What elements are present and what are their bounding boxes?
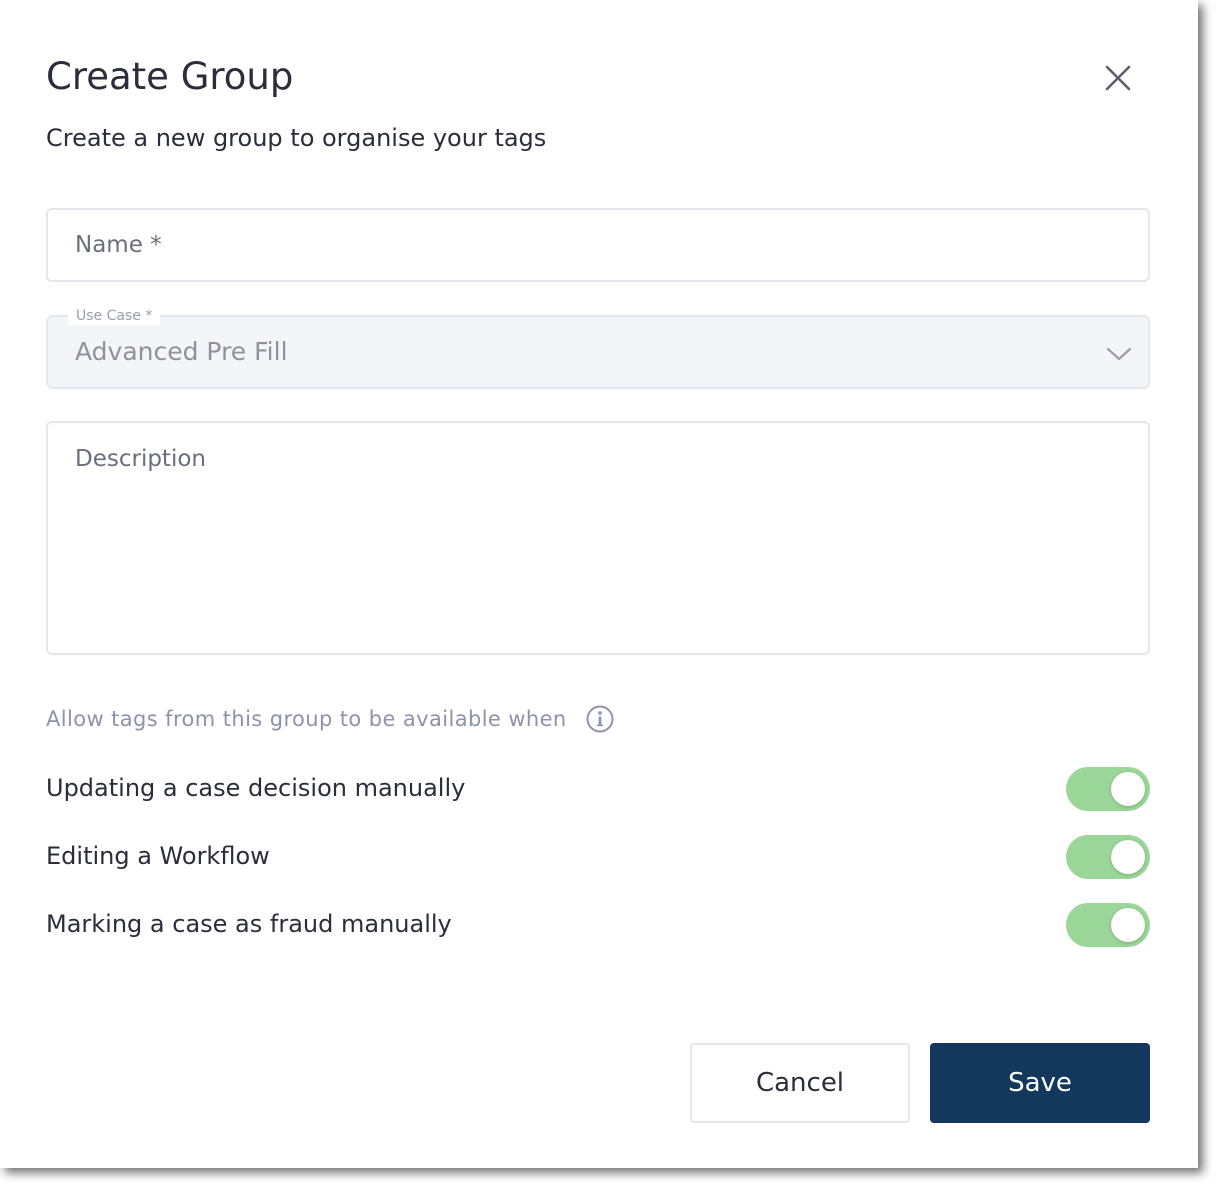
toggle-knob (1111, 840, 1145, 874)
use-case-value: Advanced Pre Fill (75, 337, 288, 366)
info-icon[interactable] (585, 704, 615, 734)
toggle-knob (1111, 772, 1145, 806)
dialog-title: Create Group (46, 55, 294, 98)
toggle-label-workflow: Editing a Workflow (46, 842, 270, 870)
availability-heading: Allow tags from this group to be availab… (46, 703, 615, 735)
toggle-label-fraud: Marking a case as fraud manually (46, 910, 452, 938)
toggle-row-fraud: Marking a case as fraud manually (46, 903, 1150, 947)
toggle-workflow[interactable] (1066, 835, 1150, 879)
close-icon (1105, 65, 1131, 91)
toggle-fraud[interactable] (1066, 903, 1150, 947)
toggle-row-case-decision: Updating a case decision manually (46, 767, 1150, 811)
dialog-subtitle: Create a new group to organise your tags (46, 124, 547, 152)
availability-heading-text: Allow tags from this group to be availab… (46, 707, 567, 731)
name-input[interactable]: Name * (46, 208, 1150, 282)
use-case-select[interactable]: Use Case * Advanced Pre Fill (46, 307, 1150, 389)
cancel-button[interactable]: Cancel (690, 1043, 910, 1123)
create-group-dialog: Create Group Create a new group to organ… (0, 0, 1198, 1168)
save-button[interactable]: Save (930, 1043, 1150, 1123)
toggle-row-workflow: Editing a Workflow (46, 835, 1150, 879)
use-case-label: Use Case * (68, 307, 161, 325)
toggle-case-decision[interactable] (1066, 767, 1150, 811)
name-placeholder: Name * (75, 232, 162, 258)
toggle-label-case-decision: Updating a case decision manually (46, 774, 466, 802)
close-button[interactable] (1100, 60, 1136, 96)
description-textarea[interactable]: Description (46, 421, 1150, 655)
description-placeholder: Description (75, 446, 206, 472)
toggle-knob (1111, 908, 1145, 942)
chevron-down-icon (1106, 347, 1132, 361)
